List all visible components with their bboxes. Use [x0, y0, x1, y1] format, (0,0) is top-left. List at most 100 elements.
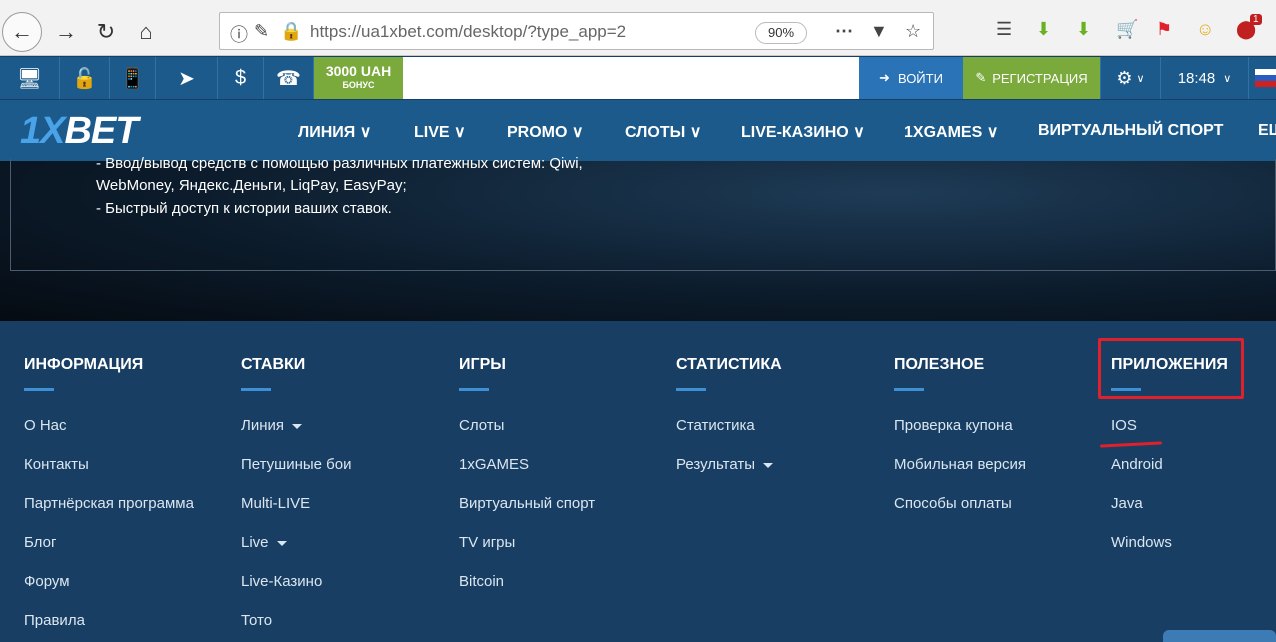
lock-icon: 🔒 — [280, 21, 303, 41]
url-text[interactable]: https://ua1xbet.com/desktop/?type_app=2 — [310, 22, 626, 42]
footer-link[interactable]: Форум — [24, 573, 70, 590]
zoom-level[interactable]: 90% — [755, 22, 807, 44]
footer-link[interactable]: Multi-LIVE — [241, 495, 310, 512]
caret-down-icon — [763, 462, 773, 468]
nav-more[interactable]: ЕЩ — [1258, 122, 1276, 140]
promo-line: - Быстрый доступ к истории ваших ставок. — [96, 200, 392, 217]
home-button[interactable]: ⌂ — [126, 12, 166, 52]
dollar-icon[interactable]: $ — [218, 57, 264, 99]
register-label: РЕГИСТРАЦИЯ — [992, 70, 1088, 86]
bonus-amount: 3000 UAH — [325, 63, 392, 79]
footer-link-java[interactable]: Java — [1111, 495, 1143, 512]
footer-link[interactable]: Мобильная версия — [894, 456, 1026, 473]
desktop-icon[interactable]: 🖥 — [0, 57, 60, 99]
promo-line: - Ввод/вывод средств с помощью различных… — [96, 155, 583, 172]
bonus-label: БОНУС — [342, 80, 375, 90]
footer-link[interactable]: Слоты — [459, 417, 504, 434]
footer-link[interactable]: Проверка купона — [894, 417, 1013, 434]
footer-link[interactable]: Виртуальный спорт — [459, 495, 595, 512]
logo-part1: 1X — [20, 110, 65, 152]
phone-icon[interactable]: ☎ — [264, 57, 314, 99]
settings-button[interactable]: ⚙ ∨ — [1100, 57, 1160, 99]
nav-1xgames[interactable]: 1XGAMES ∨ — [904, 122, 998, 142]
time-label: 18:48 — [1177, 69, 1216, 87]
footer-heading: ИНФОРМАЦИЯ — [24, 356, 144, 373]
nav-slots[interactable]: СЛОТЫ ∨ — [625, 122, 701, 142]
chat-widget-tab[interactable] — [1163, 630, 1276, 642]
register-button[interactable]: ✎ РЕГИСТРАЦИЯ — [963, 57, 1100, 99]
heading-underline — [894, 388, 924, 391]
caret-down-icon — [276, 540, 287, 546]
site-topbar: 🖥 🔓 📱 ➤ $ ☎ 3000 UAH БОНУС ➜ ВОЙТИ ✎ РЕГ… — [0, 57, 1276, 99]
chevron-down-icon: ∨ — [1136, 72, 1145, 85]
footer-heading: СТАВКИ — [241, 356, 306, 373]
pocket-icon[interactable]: ▼ — [870, 21, 888, 42]
reload-button[interactable]: ↻ — [86, 12, 126, 52]
footer-link[interactable]: Способы оплаты — [894, 495, 1012, 512]
footer-link[interactable]: Правила — [24, 612, 85, 629]
footer-link[interactable]: 1xGAMES — [459, 456, 529, 473]
chevron-down-icon: ∨ — [1223, 72, 1232, 85]
footer-link[interactable]: Петушиные бои — [241, 456, 351, 473]
heading-underline — [459, 388, 489, 391]
footer-link[interactable]: О Нас — [24, 417, 67, 434]
edit-icon: ✎ — [975, 70, 987, 85]
bookmark-flag-icon[interactable]: ⚑ — [1156, 19, 1172, 40]
footer-link-windows[interactable]: Windows — [1111, 534, 1172, 551]
login-icon: ➜ — [879, 70, 890, 85]
browser-toolbar: ← → ↻ ⌂ ⓘ ✎ 🔒 https://ua1xbet.com/deskto… — [0, 0, 1276, 56]
footer-link[interactable]: Live-Казино — [241, 573, 322, 590]
back-button[interactable]: ← — [2, 12, 42, 52]
topbar-spacer — [403, 57, 859, 99]
time-selector[interactable]: 18:48 ∨ — [1160, 57, 1248, 99]
footer-link[interactable]: Контакты — [24, 456, 89, 473]
footer-link[interactable]: Результаты — [676, 456, 773, 473]
more-icon[interactable]: ⋯ — [835, 21, 853, 42]
smile-icon[interactable]: ☺ — [1196, 19, 1214, 40]
logo-part2: BET — [64, 110, 138, 152]
footer-link[interactable]: Bitcoin — [459, 573, 504, 590]
caret-down-icon — [292, 423, 303, 429]
nav-promo[interactable]: PROMO ∨ — [507, 122, 584, 142]
url-bar[interactable]: ⓘ ✎ 🔒 https://ua1xbet.com/desktop/?type_… — [219, 12, 934, 50]
permissions-icon[interactable]: ✎ — [254, 21, 269, 42]
bookmark-star-icon[interactable]: ☆ — [905, 21, 921, 42]
forward-button[interactable]: → — [46, 12, 86, 52]
login-button[interactable]: ➜ ВОЙТИ — [859, 57, 963, 99]
language-flag-icon[interactable] — [1248, 57, 1276, 99]
footer-link-android[interactable]: Android — [1111, 456, 1163, 473]
nav-virtual-sport[interactable]: ВИРТУАЛЬНЫЙ СПОРТ — [1038, 122, 1223, 140]
footer-heading: СТАТИСТИКА — [676, 356, 782, 373]
heading-underline — [241, 388, 271, 391]
library-icon[interactable]: ☰ — [996, 19, 1012, 40]
unlock-icon[interactable]: 🔓 — [60, 57, 110, 99]
heading-underline — [24, 388, 54, 391]
nav-live-casino[interactable]: LIVE-КАЗИНО ∨ — [741, 122, 865, 142]
footer-heading: ИГРЫ — [459, 356, 506, 373]
footer-link[interactable]: Партнёрская программа — [24, 495, 194, 512]
footer-link[interactable]: Блог — [24, 534, 56, 551]
promo-section: - Ввод/вывод средств с помощью различных… — [0, 155, 1276, 321]
info-icon[interactable]: ⓘ — [230, 21, 248, 47]
footer-link-ios[interactable]: IOS — [1111, 417, 1137, 434]
footer-link[interactable]: Статистика — [676, 417, 755, 434]
bonus-button[interactable]: 3000 UAH БОНУС — [314, 57, 403, 99]
footer-heading: ПОЛЕЗНОЕ — [894, 356, 985, 373]
telegram-icon[interactable]: ➤ — [156, 57, 218, 99]
mobile-icon[interactable]: 📱 — [110, 57, 156, 99]
gear-icon: ⚙ — [1116, 67, 1133, 88]
site-footer: ИНФОРМАЦИЯ О Нас Контакты Партнёрская пр… — [0, 321, 1276, 642]
nav-line[interactable]: ЛИНИЯ ∨ — [298, 122, 371, 142]
footer-link[interactable]: Live — [241, 534, 287, 551]
promo-line: WebMoney, Яндекс.Деньги, LiqPay, EasyPay… — [96, 177, 407, 194]
site-logo[interactable]: 1XBET — [20, 110, 138, 153]
footer-link[interactable]: TV игры — [459, 534, 515, 551]
footer-link[interactable]: Линия — [241, 417, 303, 434]
login-label: ВОЙТИ — [897, 70, 943, 86]
cart-icon[interactable]: 🛒 — [1116, 19, 1138, 40]
download-helper-icon[interactable]: ⬇ — [1076, 19, 1091, 40]
footer-link[interactable]: Тото — [241, 612, 272, 629]
nav-live[interactable]: LIVE ∨ — [414, 122, 466, 142]
main-navbar: 1XBET ЛИНИЯ ∨ LIVE ∨ PROMO ∨ СЛОТЫ ∨ LIV… — [0, 100, 1276, 161]
download-icon[interactable]: ⬇ — [1036, 19, 1051, 40]
